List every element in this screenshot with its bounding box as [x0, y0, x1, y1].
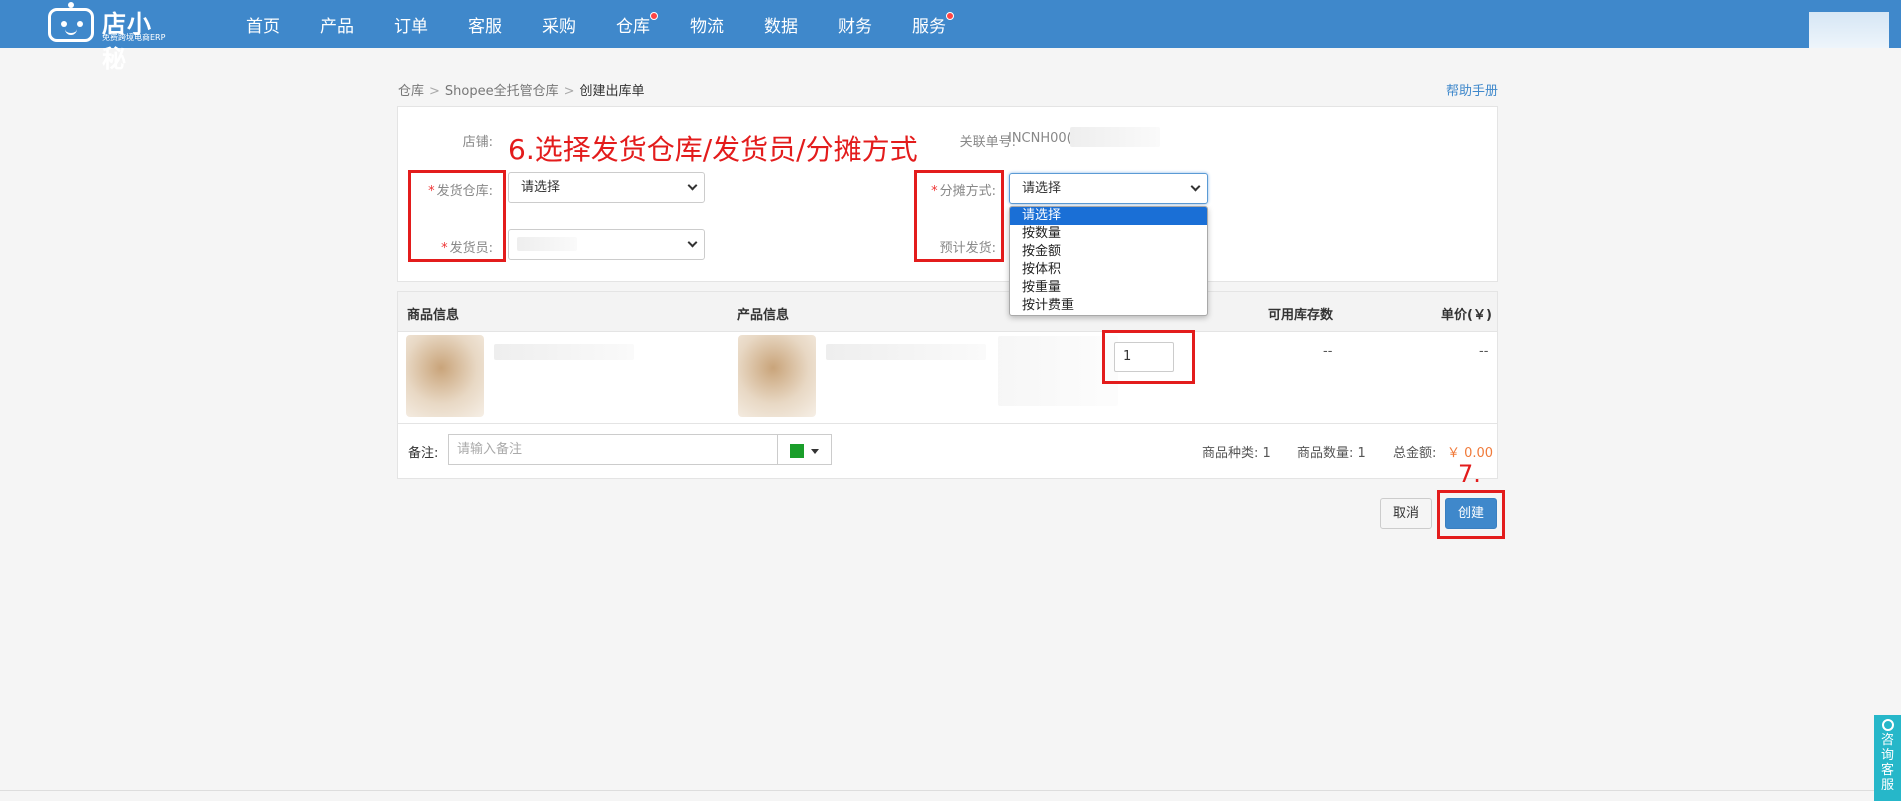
- nav-item-logistics[interactable]: 物流: [670, 0, 744, 48]
- highlight-box-allocation: [914, 170, 1004, 262]
- customer-service-button[interactable]: 咨询客服: [1874, 715, 1901, 801]
- chevron-down-icon: [687, 237, 698, 248]
- remark-label: 备注:: [408, 446, 439, 461]
- brand-logo[interactable]: 店小秘 免费跨境电商ERP: [46, 2, 176, 73]
- table-header: 商品信息 产品信息 可用库存数 单价(￥): [398, 292, 1497, 332]
- goods-image: [406, 335, 484, 417]
- highlight-box-warehouse-shipper: [408, 170, 506, 262]
- brand-tagline: 免费跨境电商ERP: [102, 33, 166, 42]
- nav-item-orders[interactable]: 订单: [374, 0, 448, 48]
- breadcrumb: 仓库 > Shopee全托管仓库 > 创建出库单: [398, 84, 645, 99]
- product-table: 商品信息 产品信息 可用库存数 单价(￥) 1 -- -- 备注: 请输入备注 …: [397, 291, 1498, 479]
- breadcrumb-current: 创建出库单: [579, 84, 645, 99]
- total-amount-label: 总金额:: [1393, 446, 1437, 461]
- warehouse-select[interactable]: 请选择: [508, 172, 705, 203]
- nav-item-data[interactable]: 数据: [744, 0, 818, 48]
- shop-label: 店铺:: [462, 135, 493, 150]
- unit-price-value: --: [1479, 344, 1489, 359]
- caret-down-icon: [811, 449, 819, 454]
- product-image: [738, 335, 816, 417]
- related-no-label: 关联单号:: [959, 135, 1016, 150]
- allocation-option[interactable]: 请选择: [1010, 207, 1207, 225]
- chevron-down-icon: [1190, 181, 1201, 192]
- nav-item-purchase[interactable]: 采购: [522, 0, 596, 48]
- notification-dot: [650, 12, 658, 20]
- shipper-select[interactable]: [508, 229, 705, 260]
- cancel-button[interactable]: 取消: [1380, 498, 1432, 529]
- nav-item-finance[interactable]: 财务: [818, 0, 892, 48]
- allocation-option[interactable]: 按金额: [1010, 243, 1207, 261]
- headset-icon: [1881, 719, 1894, 731]
- table-row: 1 -- --: [398, 332, 1497, 424]
- nav-item-services[interactable]: 服务: [892, 0, 966, 48]
- allocation-option[interactable]: 按重量: [1010, 279, 1207, 297]
- col-unit-price: 单价(￥): [1441, 308, 1492, 323]
- allocation-select[interactable]: 请选择: [1009, 173, 1208, 204]
- top-nav-bar: 店小秘 免费跨境电商ERP 首页 产品 订单 客服 采购 仓库 物流 数据 财务…: [0, 0, 1901, 73]
- total-amount-value: ￥ 0.00: [1447, 446, 1494, 461]
- col-goods-info: 商品信息: [407, 308, 460, 323]
- nav-item-home[interactable]: 首页: [226, 0, 300, 48]
- nav-item-products[interactable]: 产品: [300, 0, 374, 48]
- nav-item-customer-service[interactable]: 客服: [448, 0, 522, 48]
- step7-annotation: 7.: [1458, 460, 1481, 488]
- main-nav: 首页 产品 订单 客服 采购 仓库 物流 数据 财务 服务: [226, 0, 966, 48]
- goods-kinds-count: 商品种类: 1: [1202, 446, 1271, 461]
- breadcrumb-warehouse[interactable]: 仓库: [398, 84, 424, 99]
- related-no-value: INCNH00(: [1008, 131, 1072, 146]
- highlight-box-quantity: [1102, 330, 1195, 384]
- breadcrumb-shopee-warehouse[interactable]: Shopee全托管仓库: [445, 84, 559, 99]
- chevron-down-icon: [687, 180, 698, 191]
- goods-quantity-count: 商品数量: 1: [1297, 446, 1366, 461]
- step6-annotation: 6.选择发货仓库/发货员/分摊方式: [508, 133, 918, 166]
- color-tag-picker[interactable]: [777, 434, 832, 465]
- highlight-box-create: [1437, 490, 1505, 539]
- col-available-stock: 可用库存数: [1268, 308, 1334, 323]
- page-bottom-divider: [0, 790, 1901, 791]
- nav-item-warehouse[interactable]: 仓库: [596, 0, 670, 48]
- allocation-option[interactable]: 按体积: [1010, 261, 1207, 279]
- allocation-option[interactable]: 按计费重: [1010, 297, 1207, 315]
- blurred-related-no: [1070, 127, 1160, 147]
- user-account-menu[interactable]: [1809, 12, 1889, 48]
- col-product-info: 产品信息: [737, 308, 790, 323]
- robot-icon: [48, 2, 94, 42]
- allocation-dropdown: 请选择 按数量 按金额 按体积 按重量 按计费重: [1009, 206, 1208, 316]
- remark-input[interactable]: 请输入备注: [448, 434, 778, 465]
- help-manual-link[interactable]: 帮助手册: [1446, 80, 1498, 99]
- allocation-option[interactable]: 按数量: [1010, 225, 1207, 243]
- color-swatch: [790, 444, 804, 458]
- notification-dot: [946, 12, 954, 20]
- table-footer: 备注: 请输入备注 商品种类: 1 商品数量: 1 总金额: ￥ 0.00: [398, 424, 1497, 478]
- available-stock-value: --: [1323, 344, 1333, 359]
